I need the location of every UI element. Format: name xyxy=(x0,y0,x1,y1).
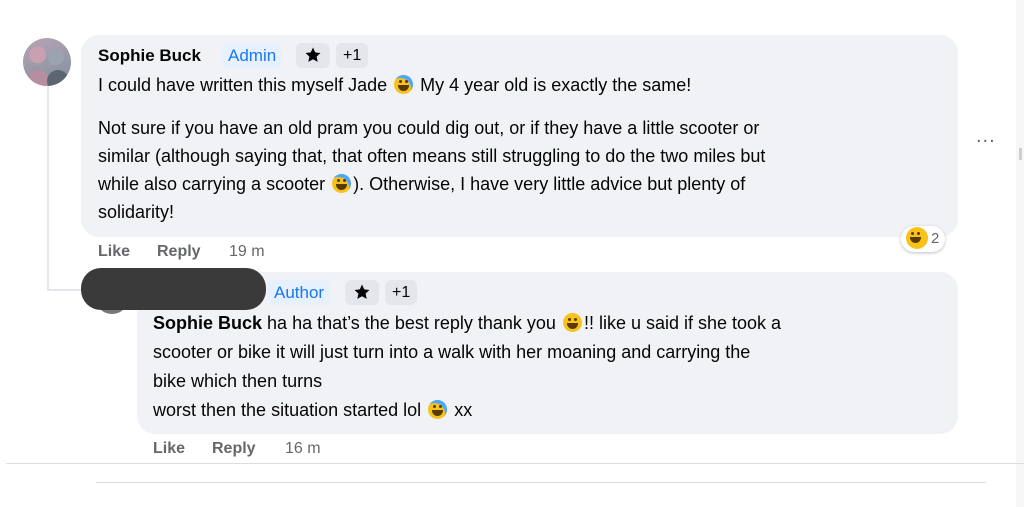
reply-text-line: worst then the situation started lol xx xyxy=(153,396,472,424)
top-contributor-badge[interactable] xyxy=(345,280,379,305)
reply-text-line: scooter or bike it will just turn into a… xyxy=(153,342,751,362)
comment-timestamp[interactable]: 19 m xyxy=(229,243,265,261)
laughing-emoji-icon xyxy=(394,75,414,94)
avatar-figure xyxy=(27,70,49,86)
more-options-button[interactable]: ... xyxy=(976,125,996,148)
top-contributor-badge[interactable] xyxy=(296,43,330,68)
comment-text: ). Otherwise, I have very little advice … xyxy=(353,174,746,194)
reply-button[interactable]: Reply xyxy=(157,243,201,261)
mention-link[interactable]: Sophie Buck xyxy=(153,313,262,333)
comment-text: while also carrying a scooter xyxy=(98,174,326,194)
reply-text-line: bike which then turns xyxy=(153,371,323,391)
reply-text-line: Sophie Buck ha ha that’s the best reply … xyxy=(153,309,781,337)
avatar-figure xyxy=(47,70,69,86)
comment-text: I could have written this myself Jade xyxy=(98,75,388,95)
like-button[interactable]: Like xyxy=(98,243,130,261)
like-button[interactable]: Like xyxy=(153,440,185,458)
next-comment-edge xyxy=(96,482,986,483)
thread-connector xyxy=(47,84,49,290)
comment-author-name[interactable]: Sophie Buck xyxy=(98,46,201,66)
reply-button[interactable]: Reply xyxy=(212,440,256,458)
reaction-summary[interactable]: 2 xyxy=(901,226,946,252)
comment-text: My 4 year old is exactly the same! xyxy=(420,75,692,95)
admin-badge[interactable]: Admin xyxy=(222,43,283,68)
star-icon xyxy=(305,47,321,62)
scrollbar-thumb[interactable] xyxy=(1019,148,1022,160)
redacted-name xyxy=(81,268,266,310)
comment-text-line: similar (although saying that, that ofte… xyxy=(98,146,766,166)
comment-text-line: solidarity! xyxy=(98,202,175,222)
smiling-emoji-icon xyxy=(562,313,582,332)
laughing-emoji-icon xyxy=(906,227,928,249)
laughing-emoji-icon xyxy=(428,400,448,419)
star-icon xyxy=(354,284,370,299)
scrollbar-track[interactable] xyxy=(1016,0,1024,507)
reply-text: !! like u said if she took a xyxy=(583,313,782,333)
more-badges-count[interactable]: +1 xyxy=(385,280,418,305)
reaction-count: 2 xyxy=(931,230,940,247)
reply-text: ha ha that’s the best reply thank you xyxy=(267,313,556,333)
divider xyxy=(6,463,1024,464)
comment-text-line: while also carrying a scooter ). Otherwi… xyxy=(98,170,745,198)
comment-text-line: Not sure if you have an old pram you cou… xyxy=(98,118,760,138)
reply-timestamp[interactable]: 16 m xyxy=(285,440,321,458)
reply-text: worst then the situation started lol xyxy=(153,400,422,420)
reply-text: xx xyxy=(454,400,473,420)
author-badge[interactable]: Author xyxy=(268,280,331,305)
comment-text-line: I could have written this myself Jade My… xyxy=(98,71,691,99)
more-badges-count[interactable]: +1 xyxy=(336,43,369,68)
avatar[interactable] xyxy=(23,38,71,86)
laughing-emoji-icon xyxy=(332,174,352,193)
